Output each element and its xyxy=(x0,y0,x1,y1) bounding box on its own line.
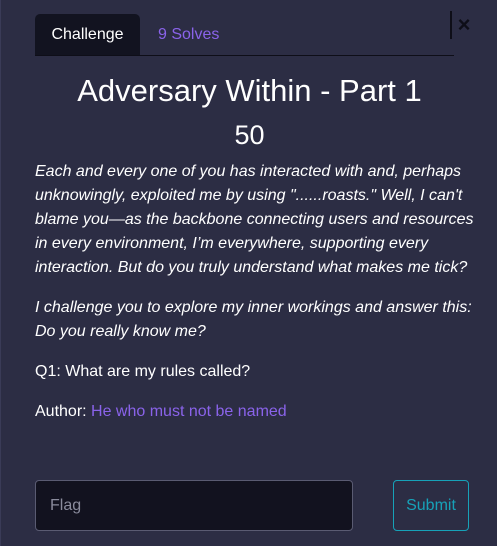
challenge-title: Adversary Within - Part 1 xyxy=(77,73,422,108)
tab-solves[interactable]: 9 Solves xyxy=(158,14,219,55)
author-link[interactable]: He who must not be named xyxy=(91,403,287,420)
challenge-points: 50 xyxy=(234,120,265,150)
tab-challenge[interactable]: Challenge xyxy=(35,14,140,55)
question-text: Q1: What are my rules called? xyxy=(35,363,251,380)
submit-button[interactable]: Submit xyxy=(393,480,469,531)
challenge-tabs: Challenge 9 Solves xyxy=(35,14,454,56)
description-paragraph-1: Each and every one of you has interacted… xyxy=(35,163,474,276)
challenge-description: Each and every one of you has interacted… xyxy=(35,160,475,440)
author-label: Author: xyxy=(35,403,92,420)
description-paragraph-2: I challenge you to explore my inner work… xyxy=(35,299,472,340)
challenge-modal: × Challenge 9 Solves Adversary Within - … xyxy=(0,0,497,546)
author-line: Author: He who must not be named xyxy=(35,400,475,424)
close-icon: × xyxy=(457,12,471,37)
flag-input[interactable] xyxy=(35,480,353,531)
